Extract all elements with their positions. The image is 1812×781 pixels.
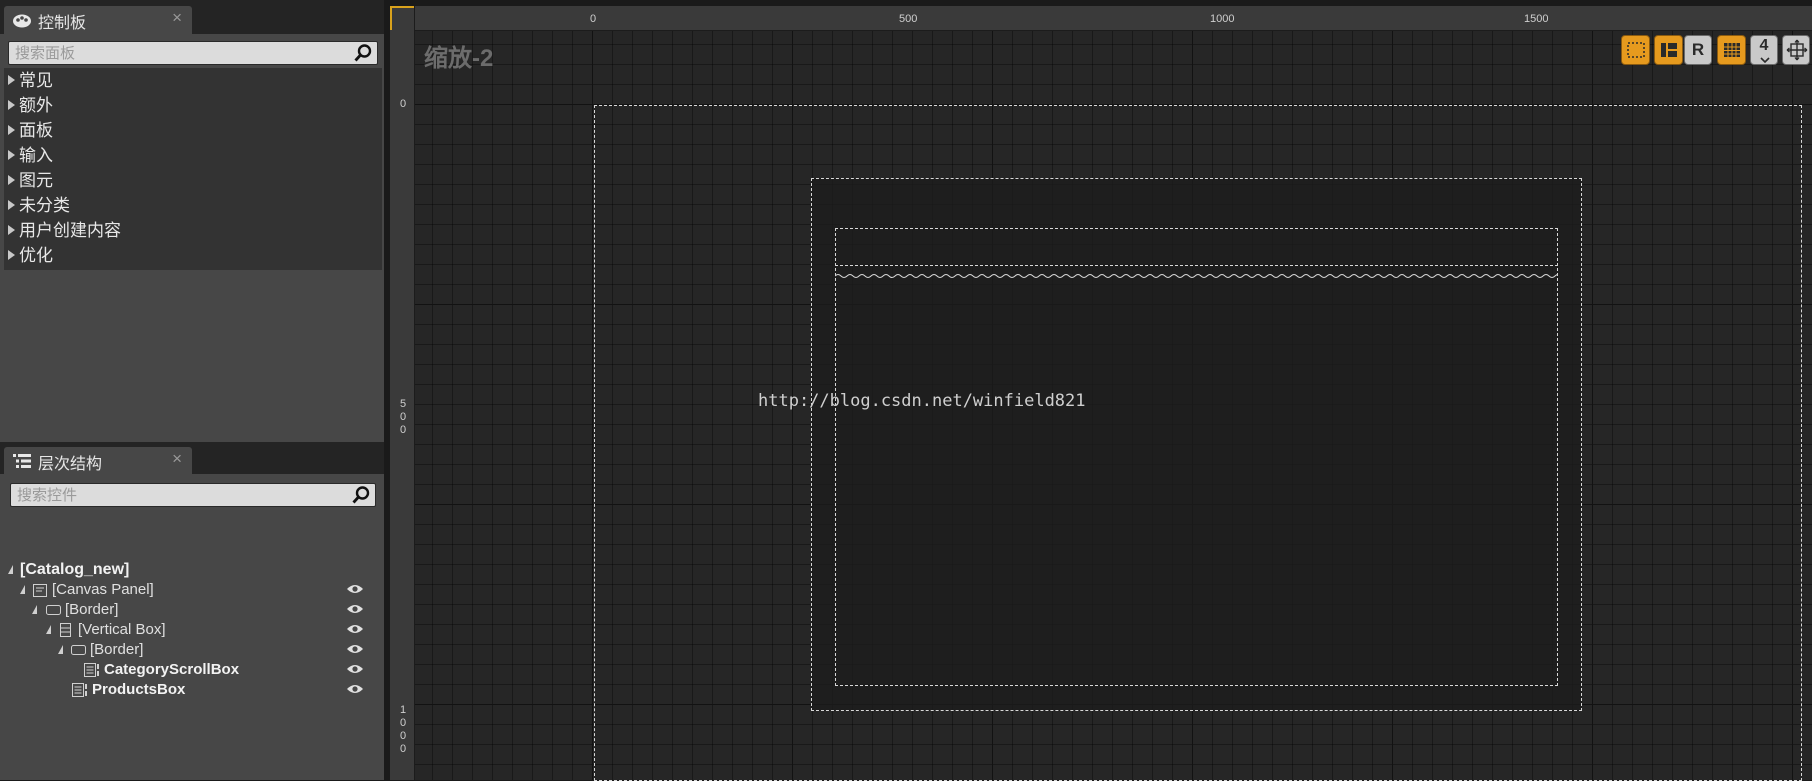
vruler-label-1000: 1 0 0 0 bbox=[399, 704, 407, 755]
tree-row-category-scroll-box[interactable]: CategoryScrollBox bbox=[4, 660, 378, 680]
expand-arrow-icon[interactable] bbox=[8, 225, 15, 235]
zoom-level-label: 缩放-2 bbox=[424, 45, 494, 72]
palette-panel: 控制板 × 常见 额外 面板 输入 图元 未分类 用户创建内容 优化 bbox=[0, 0, 384, 442]
hierarchy-tab[interactable]: 层次结构 × bbox=[4, 447, 192, 475]
vertical-ruler bbox=[390, 6, 415, 780]
r-button-label: R bbox=[1691, 40, 1705, 59]
scroll-box-icon bbox=[72, 683, 87, 697]
search-icon[interactable] bbox=[351, 485, 371, 505]
palette-tab[interactable]: 控制板 × bbox=[4, 6, 192, 34]
category-item[interactable]: 面板 bbox=[4, 118, 382, 143]
hierarchy-panel: 层次结构 × [Catalog_new] [Canvas Panel] bbox=[0, 442, 384, 780]
hierarchy-tab-title: 层次结构 bbox=[38, 456, 103, 473]
visibility-eye-icon[interactable] bbox=[346, 623, 364, 635]
fit-screen-button[interactable] bbox=[1782, 35, 1810, 65]
collapse-arrow-icon[interactable] bbox=[8, 565, 13, 574]
palette-search-input[interactable] bbox=[15, 42, 343, 64]
tree-row-vertical-box[interactable]: [Vertical Box] bbox=[4, 620, 378, 640]
search-icon[interactable] bbox=[353, 43, 373, 63]
category-item[interactable]: 未分类 bbox=[4, 193, 382, 218]
border-icon bbox=[46, 605, 61, 615]
expand-arrow-icon[interactable] bbox=[8, 125, 15, 135]
fit-to-screen-icon bbox=[1786, 39, 1808, 61]
expand-arrow-icon[interactable] bbox=[8, 175, 15, 185]
tree-row-canvas-panel[interactable]: [Canvas Panel] bbox=[4, 580, 378, 600]
hierarchy-search-input[interactable] bbox=[17, 484, 341, 506]
category-item[interactable]: 图元 bbox=[4, 168, 382, 193]
layout-mode-button[interactable] bbox=[1654, 35, 1683, 65]
visibility-eye-icon[interactable] bbox=[346, 663, 364, 675]
dropdown-arrow-icon bbox=[1760, 57, 1770, 63]
select-mode-button[interactable] bbox=[1621, 35, 1650, 65]
vruler-label-500: 5 0 0 bbox=[399, 398, 407, 436]
grid-size-button[interactable]: 4 bbox=[1750, 35, 1778, 65]
horizontal-ruler bbox=[390, 6, 1812, 31]
visibility-eye-icon[interactable] bbox=[346, 583, 364, 595]
ruler-label-500: 500 bbox=[899, 13, 918, 25]
vruler-label-0: 0 bbox=[399, 98, 407, 110]
collapse-arrow-icon[interactable] bbox=[58, 645, 63, 654]
category-item[interactable]: 输入 bbox=[4, 143, 382, 168]
visibility-eye-icon[interactable] bbox=[346, 643, 364, 655]
palette-icon bbox=[13, 14, 31, 28]
category-item[interactable]: 额外 bbox=[4, 93, 382, 118]
vertical-box-icon bbox=[60, 623, 71, 637]
category-item[interactable]: 常见 bbox=[4, 68, 382, 93]
category-item[interactable]: 用户创建内容 bbox=[4, 218, 382, 243]
expand-arrow-icon[interactable] bbox=[8, 100, 15, 110]
hierarchy-tabstrip: 层次结构 × bbox=[0, 442, 384, 475]
grid-icon bbox=[1724, 43, 1740, 57]
tree-row-border[interactable]: [Border] bbox=[4, 600, 378, 620]
layout-icon bbox=[1661, 43, 1677, 57]
ruler-corner bbox=[390, 6, 414, 30]
collapse-arrow-icon[interactable] bbox=[32, 605, 37, 614]
palette-category-list: 常见 额外 面板 输入 图元 未分类 用户创建内容 优化 bbox=[4, 68, 382, 270]
tree-row-border-2[interactable]: [Border] bbox=[4, 640, 378, 660]
expand-arrow-icon[interactable] bbox=[8, 200, 15, 210]
expand-arrow-icon[interactable] bbox=[8, 250, 15, 260]
grid-size-label: 4 bbox=[1759, 37, 1769, 54]
palette-search[interactable] bbox=[8, 41, 378, 65]
tree-row-catalog-new[interactable]: [Catalog_new] bbox=[4, 560, 378, 580]
ruler-label-0: 0 bbox=[590, 13, 597, 25]
products-box-top-edge bbox=[835, 274, 1558, 278]
border-icon bbox=[71, 645, 86, 655]
collapse-arrow-icon[interactable] bbox=[46, 625, 51, 634]
ruler-label-1000: 1000 bbox=[1210, 13, 1235, 25]
collapse-arrow-icon[interactable] bbox=[20, 585, 25, 594]
palette-tabstrip: 控制板 × bbox=[0, 0, 384, 34]
expand-arrow-icon[interactable] bbox=[8, 150, 15, 160]
category-scroll-box-outline[interactable] bbox=[835, 228, 1558, 266]
hierarchy-list-icon bbox=[13, 454, 31, 468]
palette-tab-title: 控制板 bbox=[38, 15, 87, 32]
r-button[interactable]: R bbox=[1684, 35, 1712, 65]
tree-row-products-box[interactable]: ProductsBox bbox=[4, 680, 378, 700]
dashed-rect-icon bbox=[1627, 42, 1645, 58]
scroll-box-icon bbox=[84, 663, 99, 677]
canvas-panel-icon bbox=[33, 584, 47, 597]
grid-snap-button[interactable] bbox=[1717, 35, 1746, 65]
watermark-text: http://blog.csdn.net/winfield821 bbox=[758, 391, 1086, 411]
visibility-eye-icon[interactable] bbox=[346, 683, 364, 695]
vertical-box-outline[interactable] bbox=[835, 228, 1558, 686]
close-icon[interactable]: × bbox=[172, 449, 182, 469]
ruler-label-1500: 1500 bbox=[1524, 13, 1549, 25]
visibility-eye-icon[interactable] bbox=[346, 603, 364, 615]
expand-arrow-icon[interactable] bbox=[8, 75, 15, 85]
hierarchy-search[interactable] bbox=[10, 483, 376, 507]
category-item[interactable]: 优化 bbox=[4, 243, 382, 268]
close-icon[interactable]: × bbox=[172, 8, 182, 28]
